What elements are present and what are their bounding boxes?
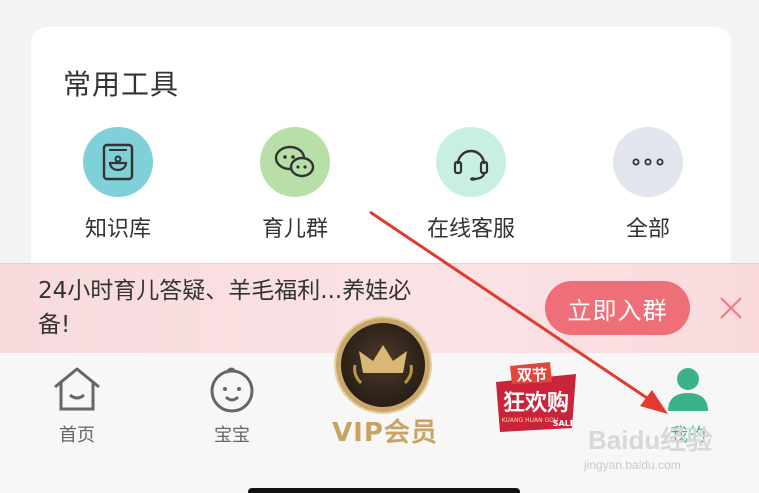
promo-text-sub: KUANG HUAN GOU [502,417,558,424]
nav-baby[interactable]: 宝宝 [200,365,264,447]
baidu-watermark-url: jingyan.baidu.com [584,458,681,472]
chat-icon [260,127,330,197]
person-icon [658,367,718,417]
tool-online-service[interactable]: 在线客服 [401,127,541,243]
tool-label: 全部 [625,217,670,242]
common-tools-title: 常用工具 [63,68,180,101]
tool-label: 知识库 [84,217,151,242]
tool-label: 在线客服 [426,217,515,242]
nav-vip-label[interactable]: VIP会员 [330,412,440,449]
promo-text-top: 双节 [517,366,547,384]
baby-face-icon [200,365,264,417]
nav-promo[interactable]: 双节 狂欢购 KUANG HUAN GOU SALE [490,362,582,440]
promo-sale: SALE [553,419,576,428]
tool-knowledge-base[interactable]: 知识库 [48,127,188,243]
close-icon[interactable] [717,294,745,322]
nav-baby-label: 宝宝 [214,425,250,446]
common-tools-card: 常用工具 知识库 育儿群 在线客服 全部 [31,27,731,277]
tool-all[interactable]: 全部 [578,127,718,243]
book-icon [83,127,153,197]
promo-text-main: 狂欢购 [503,390,569,416]
double-festival-sale-icon: 双节 狂欢购 KUANG HUAN GOU SALE [496,362,576,432]
vip-badge[interactable] [336,318,430,412]
home-icon [45,365,109,417]
nav-home-label: 首页 [59,425,95,446]
baidu-watermark: Baidu经验 [588,425,713,455]
crown-icon [353,345,413,385]
app-screen: 常用工具 知识库 育儿群 在线客服 全部 24小时育儿答疑、羊毛福利...养娃必… [0,0,759,493]
tool-parenting-group[interactable]: 育儿群 [225,127,365,243]
nav-home[interactable]: 首页 [45,365,109,447]
tool-label: 育儿群 [261,217,328,242]
home-indicator [248,488,520,493]
headset-icon [436,127,506,197]
join-group-button[interactable]: 立即入群 [545,281,690,335]
more-icon [613,127,683,197]
